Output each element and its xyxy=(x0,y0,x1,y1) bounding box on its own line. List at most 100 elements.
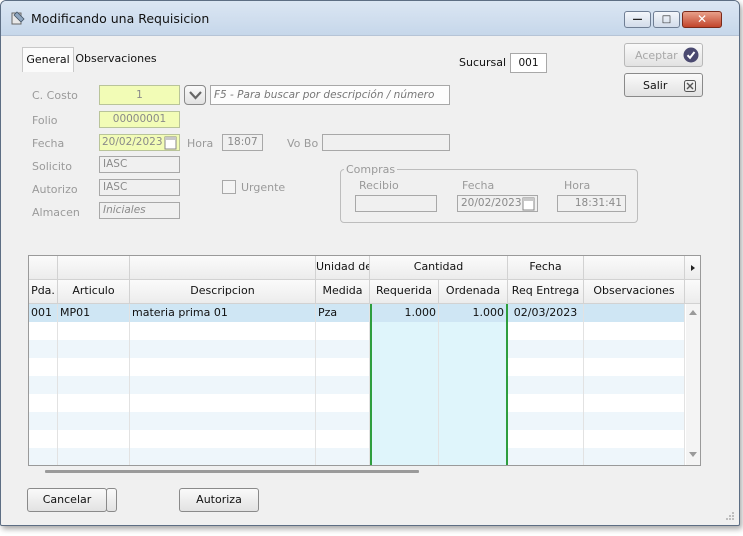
cell-articulo[interactable] xyxy=(58,358,130,376)
aceptar-button[interactable]: Aceptar xyxy=(624,43,703,67)
autorizo-field[interactable]: IASC xyxy=(99,179,180,196)
compras-hora-field[interactable]: 18:31:41 xyxy=(557,195,626,212)
cell-pda[interactable] xyxy=(29,430,58,448)
scroll-up-arrow-icon[interactable] xyxy=(688,308,698,316)
empty-table-row[interactable] xyxy=(29,322,685,340)
cell-observaciones[interactable] xyxy=(584,304,685,322)
cell-articulo[interactable] xyxy=(58,376,130,394)
cell-ordenada[interactable] xyxy=(439,394,508,412)
cell-articulo[interactable] xyxy=(58,412,130,430)
table-row[interactable]: 001 MP01 materia prima 01 Pza 1.000 1.000 02/0… xyxy=(29,304,685,322)
vertical-scrollbar[interactable] xyxy=(686,304,700,465)
col-medida[interactable]: Medida xyxy=(316,280,370,304)
cell-medida[interactable]: Pza xyxy=(316,304,370,322)
tab-observaciones[interactable]: Observaciones xyxy=(74,47,158,71)
c-costo-search-field[interactable]: F5 - Para buscar por descripción / númer… xyxy=(210,85,450,105)
cell-descripcion[interactable] xyxy=(130,448,316,465)
vo-bo-field[interactable] xyxy=(322,134,450,151)
cell-ordenada[interactable] xyxy=(439,358,508,376)
cell-descripcion[interactable] xyxy=(130,412,316,430)
col-articulo[interactable]: Articulo xyxy=(58,280,130,304)
cell-articulo[interactable] xyxy=(58,322,130,340)
cell-descripcion[interactable] xyxy=(130,322,316,340)
col-descripcion[interactable]: Descripcion xyxy=(130,280,316,304)
cell-pda[interactable] xyxy=(29,358,58,376)
cell-req-entrega[interactable]: 02/03/2023 xyxy=(508,304,584,322)
cell-pda[interactable]: 001 xyxy=(29,304,58,322)
cell-req-entrega[interactable] xyxy=(508,394,584,412)
cell-pda[interactable] xyxy=(29,448,58,465)
cell-ordenada[interactable] xyxy=(439,448,508,465)
cell-observaciones[interactable] xyxy=(584,430,685,448)
cell-medida[interactable] xyxy=(316,340,370,358)
cell-req-entrega[interactable] xyxy=(508,376,584,394)
cell-ordenada[interactable]: 1.000 xyxy=(439,304,508,322)
scroll-right-arrow-icon[interactable] xyxy=(689,264,697,272)
cell-req-entrega[interactable] xyxy=(508,412,584,430)
col-req-entrega[interactable]: Req Entrega xyxy=(508,280,584,304)
cell-requerida[interactable] xyxy=(370,376,439,394)
cancelar-button[interactable]: Cancelar xyxy=(27,488,107,512)
cell-req-entrega[interactable] xyxy=(508,322,584,340)
scroll-down-arrow-icon[interactable] xyxy=(688,451,698,459)
cell-requerida[interactable] xyxy=(370,340,439,358)
cell-observaciones[interactable] xyxy=(584,376,685,394)
empty-table-row[interactable] xyxy=(29,358,685,376)
cell-req-entrega[interactable] xyxy=(508,340,584,358)
col-requerida[interactable]: Requerida xyxy=(370,280,439,304)
maximize-button[interactable]: □ xyxy=(653,11,680,28)
c-costo-dropdown-button[interactable] xyxy=(184,85,206,105)
cell-articulo[interactable] xyxy=(58,448,130,465)
cell-requerida[interactable] xyxy=(370,448,439,465)
cell-pda[interactable] xyxy=(29,394,58,412)
items-grid[interactable]: Unidad de Cantidad Fecha Pda. Articulo D… xyxy=(28,255,701,466)
cell-ordenada[interactable] xyxy=(439,376,508,394)
cell-req-entrega[interactable] xyxy=(508,448,584,465)
cell-medida[interactable] xyxy=(316,322,370,340)
tab-general[interactable]: General xyxy=(22,47,74,72)
recibio-field[interactable] xyxy=(355,195,437,212)
cell-observaciones[interactable] xyxy=(584,412,685,430)
cell-medida[interactable] xyxy=(316,448,370,465)
cell-articulo[interactable]: MP01 xyxy=(58,304,130,322)
cell-medida[interactable] xyxy=(316,412,370,430)
col-observaciones[interactable]: Observaciones xyxy=(584,280,685,304)
sucursal-field[interactable]: 001 xyxy=(510,53,547,73)
cell-ordenada[interactable] xyxy=(439,430,508,448)
empty-table-row[interactable] xyxy=(29,412,685,430)
compras-calendar-icon[interactable] xyxy=(522,196,535,211)
cell-ordenada[interactable] xyxy=(439,322,508,340)
cell-articulo[interactable] xyxy=(58,394,130,412)
cell-requerida[interactable] xyxy=(370,322,439,340)
cell-pda[interactable] xyxy=(29,376,58,394)
almacen-field[interactable]: Iniciales xyxy=(99,202,180,219)
cell-ordenada[interactable] xyxy=(439,412,508,430)
col-ordenada[interactable]: Ordenada xyxy=(439,280,508,304)
cell-descripcion[interactable] xyxy=(130,430,316,448)
cell-medida[interactable] xyxy=(316,394,370,412)
calendar-icon[interactable] xyxy=(164,135,177,150)
empty-table-row[interactable] xyxy=(29,376,685,394)
folio-field[interactable]: 00000001 xyxy=(99,111,180,128)
horizontal-scrollbar[interactable] xyxy=(45,470,419,473)
resize-grip-icon[interactable] xyxy=(725,511,735,521)
cell-articulo[interactable] xyxy=(58,430,130,448)
cell-medida[interactable] xyxy=(316,358,370,376)
cell-observaciones[interactable] xyxy=(584,358,685,376)
urgente-checkbox[interactable] xyxy=(222,180,236,194)
cell-observaciones[interactable] xyxy=(584,448,685,465)
empty-table-row[interactable] xyxy=(29,340,685,358)
cell-descripcion[interactable] xyxy=(130,394,316,412)
cell-req-entrega[interactable] xyxy=(508,358,584,376)
cell-articulo[interactable] xyxy=(58,340,130,358)
cell-medida[interactable] xyxy=(316,430,370,448)
cell-descripcion[interactable] xyxy=(130,376,316,394)
cell-requerida[interactable] xyxy=(370,358,439,376)
solicito-field[interactable]: IASC xyxy=(99,156,180,173)
cell-observaciones[interactable] xyxy=(584,340,685,358)
cell-requerida[interactable] xyxy=(370,430,439,448)
cell-pda[interactable] xyxy=(29,340,58,358)
cell-requerida[interactable]: 1.000 xyxy=(370,304,439,322)
close-button[interactable]: ✕ xyxy=(682,11,722,28)
cell-requerida[interactable] xyxy=(370,412,439,430)
